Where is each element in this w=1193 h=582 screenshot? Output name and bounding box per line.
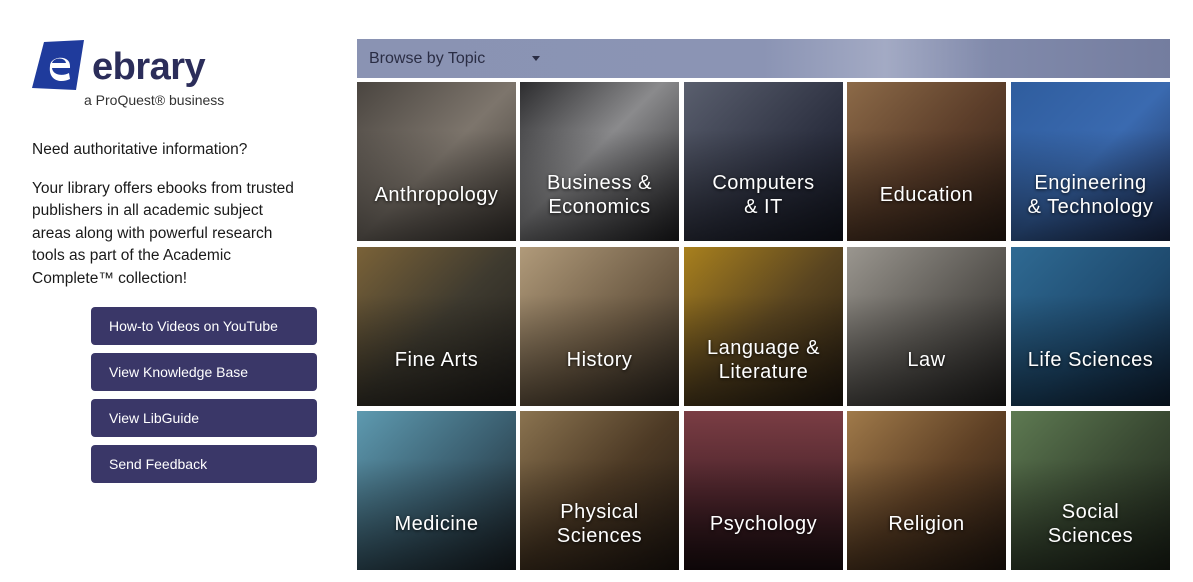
topic-tile-history[interactable]: History [520, 247, 679, 406]
browse-by-topic-dropdown[interactable]: Browse by Topic [357, 39, 1170, 78]
topic-tile-business-economics[interactable]: Business & Economics [520, 82, 679, 241]
caret-down-icon [532, 56, 540, 61]
logo-tagline: a ProQuest® business [84, 92, 225, 108]
intro-text: Need authoritative information? Your lib… [32, 139, 302, 290]
knowledge-base-button[interactable]: View Knowledge Base [91, 353, 317, 391]
help-buttons: How-to Videos on YouTube View Knowledge … [91, 307, 317, 491]
topic-tile-social-sciences[interactable]: Social Sciences [1011, 411, 1170, 570]
topic-label: Physical [560, 500, 639, 523]
topic-tile-engineering-technology[interactable]: Engineering & Technology [1011, 82, 1170, 241]
send-feedback-button[interactable]: Send Feedback [91, 445, 317, 483]
topic-tile-physical-sciences[interactable]: Physical Sciences [520, 411, 679, 570]
browse-label: Browse by Topic [369, 50, 486, 67]
ebrary-logo[interactable]: ebrary a ProQuest® business [30, 40, 230, 110]
topic-tile-medicine[interactable]: Medicine [357, 411, 516, 570]
topic-label: Fine Arts [394, 348, 479, 371]
topic-tile-life-sciences[interactable]: Life Sciences [1011, 247, 1170, 406]
topic-label: Psychology [709, 512, 818, 535]
topic-tile-language-literature[interactable]: Language & Literature [684, 247, 843, 406]
topic-label: Social [1061, 500, 1120, 523]
topic-label: Law [907, 348, 946, 371]
topic-label: Religion [888, 512, 965, 535]
logo-wordmark: ebrary [92, 46, 206, 88]
topic-label: Life Sciences [1027, 348, 1154, 371]
topic-tile-law[interactable]: Law [847, 247, 1006, 406]
topic-label: Language & [707, 336, 820, 359]
topic-label: Engineering [1034, 171, 1147, 194]
topic-grid: Anthropology Business & Economics Compute… [357, 82, 1170, 570]
intro-question: Need authoritative information? [32, 141, 248, 158]
youtube-videos-button[interactable]: How-to Videos on YouTube [91, 307, 317, 345]
topic-label: Education [879, 183, 974, 206]
topic-tile-computers-it[interactable]: Computers & IT [684, 82, 843, 241]
topic-label: History [566, 348, 633, 371]
topic-label: Anthropology [374, 183, 499, 206]
topic-label: Business & [546, 171, 653, 194]
intro-body: Your library offers ebooks from trusted … [32, 179, 294, 287]
topic-label: Medicine [394, 512, 479, 535]
libguide-button[interactable]: View LibGuide [91, 399, 317, 437]
topic-tile-fine-arts[interactable]: Fine Arts [357, 247, 516, 406]
ebrary-e-icon [32, 40, 84, 90]
topic-tile-religion[interactable]: Religion [847, 411, 1006, 570]
topic-tile-psychology[interactable]: Psychology [684, 411, 843, 570]
topic-tile-education[interactable]: Education [847, 82, 1006, 241]
topic-label: Computers [712, 171, 815, 194]
topic-tile-anthropology[interactable]: Anthropology [357, 82, 516, 241]
